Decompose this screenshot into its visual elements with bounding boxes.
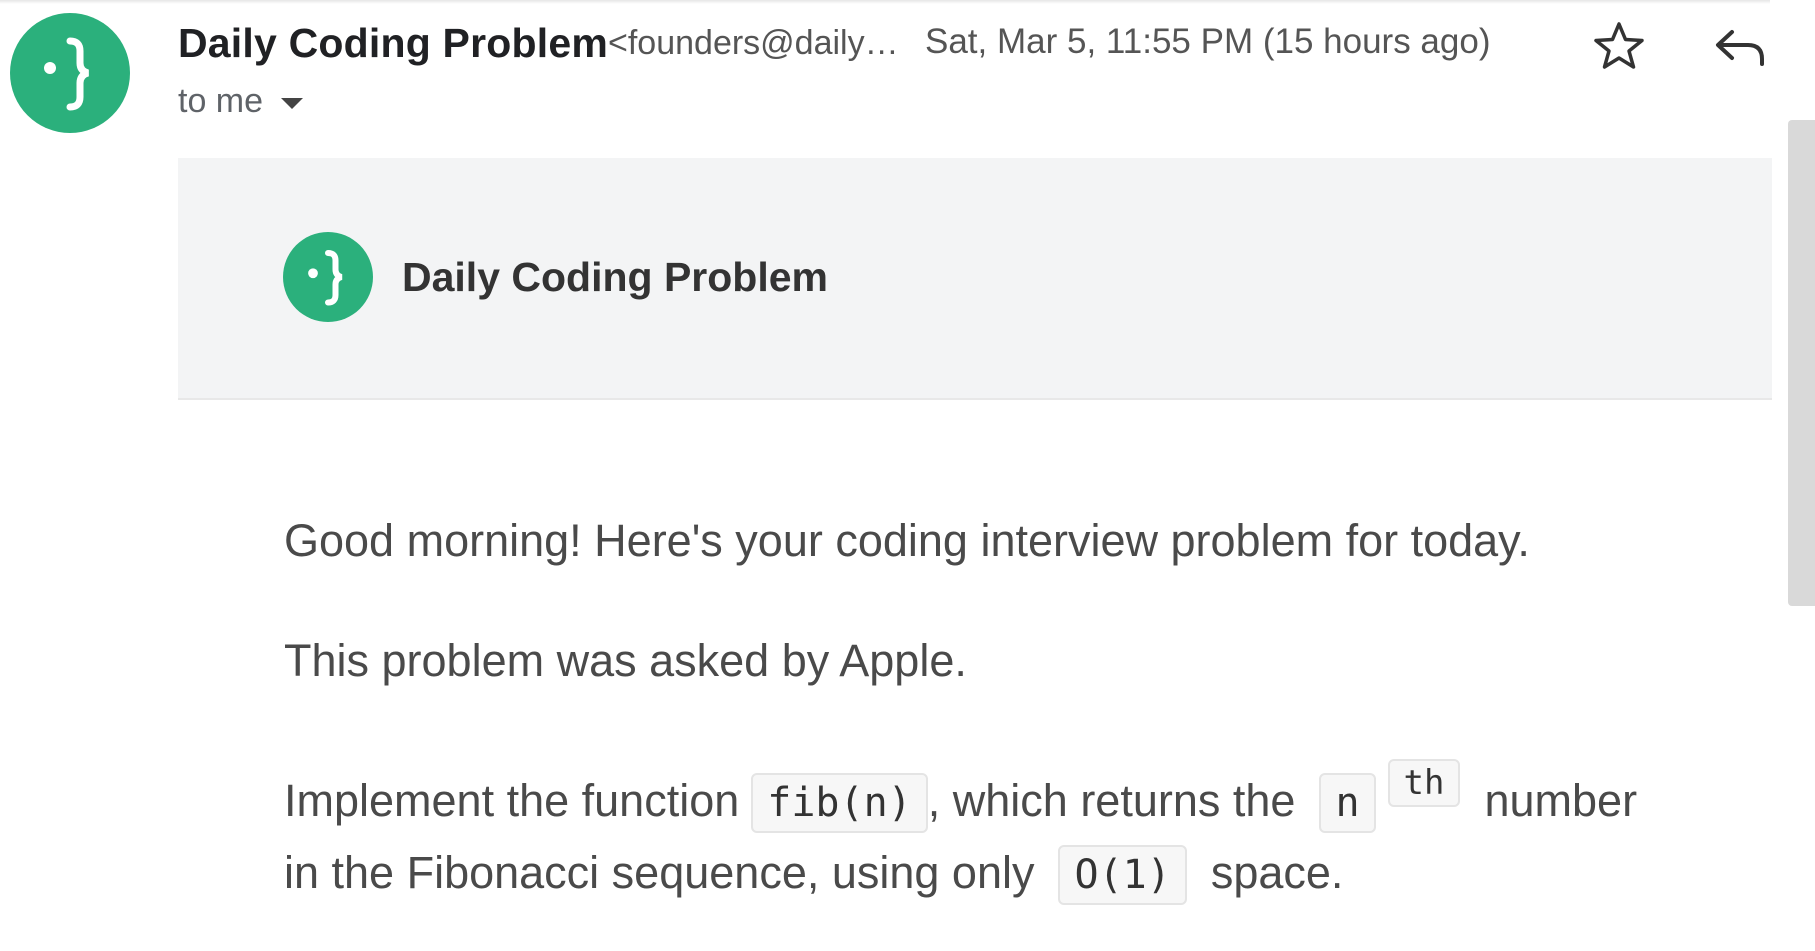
greeting-paragraph: Good morning! Here's your coding intervi… [284, 515, 1530, 566]
superscript-th: th [1387, 759, 1461, 807]
sender-name[interactable]: Daily Coding Problem [178, 20, 608, 67]
caret-down-icon [281, 98, 304, 109]
problem-paragraph: Implement the function fib(n), which retu… [284, 759, 1784, 909]
email-banner: Daily Coding Problem [178, 158, 1772, 400]
sender-email[interactable]: <founders@dailycodingproblem.com> [608, 24, 913, 63]
recipient-label: to me [178, 82, 264, 120]
curly-brace-logo-icon [308, 250, 343, 306]
reply-icon [1716, 30, 1764, 66]
banner-title: Daily Coding Problem [402, 254, 828, 300]
problem-text-5: space. [1210, 847, 1344, 898]
star-icon [1594, 22, 1644, 69]
top-shadow [0, 0, 1770, 4]
sender-avatar[interactable] [10, 13, 130, 133]
problem-text-3: number [1484, 775, 1638, 826]
scrollbar-thumb[interactable] [1788, 120, 1815, 606]
star-button[interactable] [1590, 18, 1648, 76]
recipient-dropdown[interactable]: to me [178, 82, 304, 121]
reply-button[interactable] [1710, 18, 1768, 76]
problem-text-2: , which returns the [927, 775, 1296, 826]
curly-brace-logo-icon [44, 37, 90, 111]
code-o1: O(1) [1058, 845, 1187, 905]
asked-by-paragraph: This problem was asked by Apple. [284, 635, 967, 686]
email-date[interactable]: Sat, Mar 5, 11:55 PM (15 hours ago) [925, 22, 1490, 62]
problem-text-4: in the Fibonacci sequence, using only [284, 847, 1035, 898]
problem-text-1: Implement the function [284, 775, 740, 826]
code-fib: fib(n) [751, 773, 928, 833]
code-n: n [1319, 773, 1376, 833]
banner-logo [283, 232, 373, 322]
